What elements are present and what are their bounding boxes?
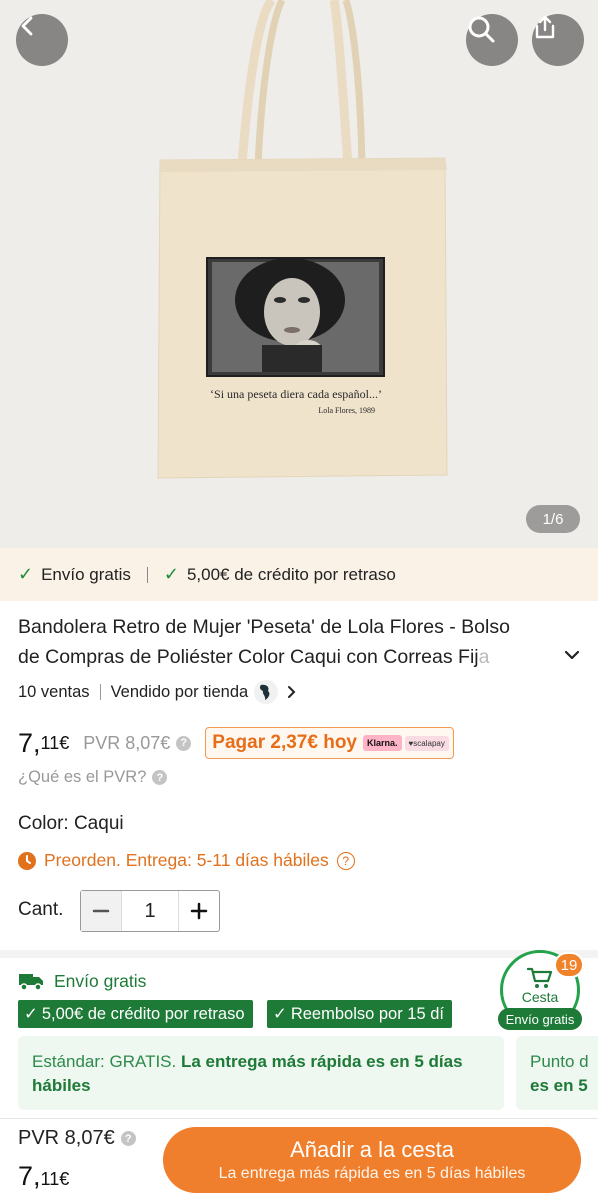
pvr-price: PVR 8,07€ — [83, 732, 171, 753]
add-to-cart-button[interactable]: Añadir a la cesta La entrega más rápida … — [163, 1127, 581, 1193]
bottom-price-decimal: 11€ — [40, 1169, 70, 1189]
preorder-text: Preorden. Entrega: 5-11 días hábiles — [44, 850, 329, 870]
divider — [146, 566, 148, 583]
free-shipping-text: Envío gratis — [41, 564, 131, 584]
what-is-pvr-text: ¿Qué es el PVR? — [18, 768, 147, 786]
divider — [99, 684, 101, 700]
installments-badge[interactable]: Pagar 2,37€ hoy Klarna. ♥scalapay — [205, 727, 454, 759]
add-to-cart-label: Añadir a la cesta — [290, 1137, 454, 1162]
plus-icon — [190, 902, 208, 920]
minus-icon — [92, 909, 110, 913]
sales-count: 10 ventas — [18, 682, 90, 701]
section-divider — [0, 950, 598, 958]
bottom-pvr-text: PVR 8,07€ — [18, 1127, 115, 1149]
delay-credit-text: 5,00€ de crédito por retraso — [186, 564, 396, 584]
klarna-logo: Klarna. — [363, 735, 402, 751]
product-image-carousel[interactable]: ‘Si una peseta diera cada español...’ Lo… — [0, 0, 598, 548]
info-icon[interactable]: ? — [176, 735, 192, 751]
chevron-right-icon — [288, 686, 296, 698]
free-shipping-label: Envío gratis — [54, 970, 147, 991]
share-icon — [535, 15, 555, 39]
preorder-notice[interactable]: Preorden. Entrega: 5-11 días hábiles ? — [18, 850, 355, 871]
product-title[interactable]: Bandolera Retro de Mujer 'Peseta' de Lol… — [18, 612, 563, 672]
chevron-down-icon[interactable] — [562, 645, 582, 665]
increase-quantity-button[interactable] — [179, 891, 219, 931]
pickup-point-card[interactable]: Punto d es en 5 — [516, 1036, 598, 1110]
pay-today-text: Pagar 2,37€ hoy — [212, 732, 357, 753]
pickup-delivery-text: es en 5 — [530, 1076, 588, 1095]
bottom-action-bar: PVR 8,07€ ? 7,11€ Añadir a la cesta La e… — [0, 1118, 598, 1200]
truck-icon — [19, 974, 43, 991]
add-to-cart-subtext: La entrega más rápida es en 5 días hábil… — [218, 1165, 526, 1182]
quantity-label: Cant. — [18, 899, 64, 920]
price-decimal: 11€ — [40, 732, 70, 753]
cart-count-badge: 19 — [554, 952, 584, 978]
shipping-benefits-strip[interactable]: ✓ Envío gratis ✓ 5,00€ de crédito por re… — [0, 548, 598, 601]
bag-quote-text: ‘Si una peseta diera cada español...’ — [210, 387, 382, 401]
color-label: Color: Caqui — [18, 813, 124, 834]
what-is-pvr-link[interactable]: ¿Qué es el PVR? ? — [18, 768, 168, 787]
pickup-label: Punto d — [530, 1052, 589, 1071]
product-title-line-1: Bandolera Retro de Mujer 'Peseta' de Lol… — [18, 616, 510, 638]
info-icon[interactable]: ? — [120, 1131, 136, 1146]
cart-label: Cesta — [521, 989, 559, 1005]
price-integer: 7, — [18, 727, 41, 758]
standard-shipping-card[interactable]: Estándar: GRATIS. La entrega más rápida … — [18, 1036, 504, 1110]
bag-signature-text: Lola Flores, 1989 — [318, 406, 375, 415]
product-title-line-2: de Compras de Poliéster Color Caqui con … — [18, 646, 479, 668]
standard-label: Estándar: GRATIS. — [32, 1052, 177, 1071]
quantity-value[interactable]: 1 — [121, 891, 179, 931]
quantity-stepper[interactable]: 1 — [80, 890, 220, 932]
image-counter: 1/6 — [526, 505, 580, 533]
bottom-price-integer: 7, — [18, 1161, 41, 1191]
check-icon: ✓ — [163, 564, 179, 584]
cart-icon — [527, 967, 553, 988]
search-button[interactable] — [466, 14, 518, 66]
scalapay-logo: ♥scalapay — [404, 735, 449, 751]
product-title-fade: a — [478, 646, 490, 668]
decrease-quantity-button[interactable] — [81, 891, 121, 931]
refund-tag: ✓ Reembolso por 15 dí — [267, 1000, 453, 1028]
store-logo-icon — [254, 680, 279, 704]
sales-seller-row[interactable]: 10 ventas Vendido por tienda — [18, 680, 300, 704]
check-icon: ✓ — [18, 564, 34, 584]
price-row: 7, 11€ PVR 8,07€ ? Pagar 2,37€ hoy Klarna… — [18, 725, 454, 761]
help-icon[interactable]: ? — [336, 851, 355, 870]
clock-icon — [18, 851, 36, 870]
cart-free-shipping-pill: Envío gratis — [498, 1008, 582, 1030]
share-button[interactable] — [532, 14, 584, 66]
seller-text: Vendido por tienda — [110, 682, 249, 701]
back-button[interactable] — [16, 14, 68, 66]
free-shipping-header[interactable]: Envío gratis — [18, 968, 146, 994]
bottom-pvr: PVR 8,07€ ? — [18, 1127, 136, 1150]
back-arrow-icon — [21, 16, 33, 36]
info-icon: ? — [152, 770, 168, 785]
bottom-price: 7,11€ — [18, 1161, 69, 1192]
search-icon — [468, 16, 495, 43]
delay-credit-tag: ✓ 5,00€ de crédito por retraso — [18, 1000, 253, 1028]
product-page: ‘Si una peseta diera cada español...’ Lo… — [0, 0, 598, 1200]
product-photo: ‘Si una peseta diera cada español...’ Lo… — [157, 0, 448, 479]
